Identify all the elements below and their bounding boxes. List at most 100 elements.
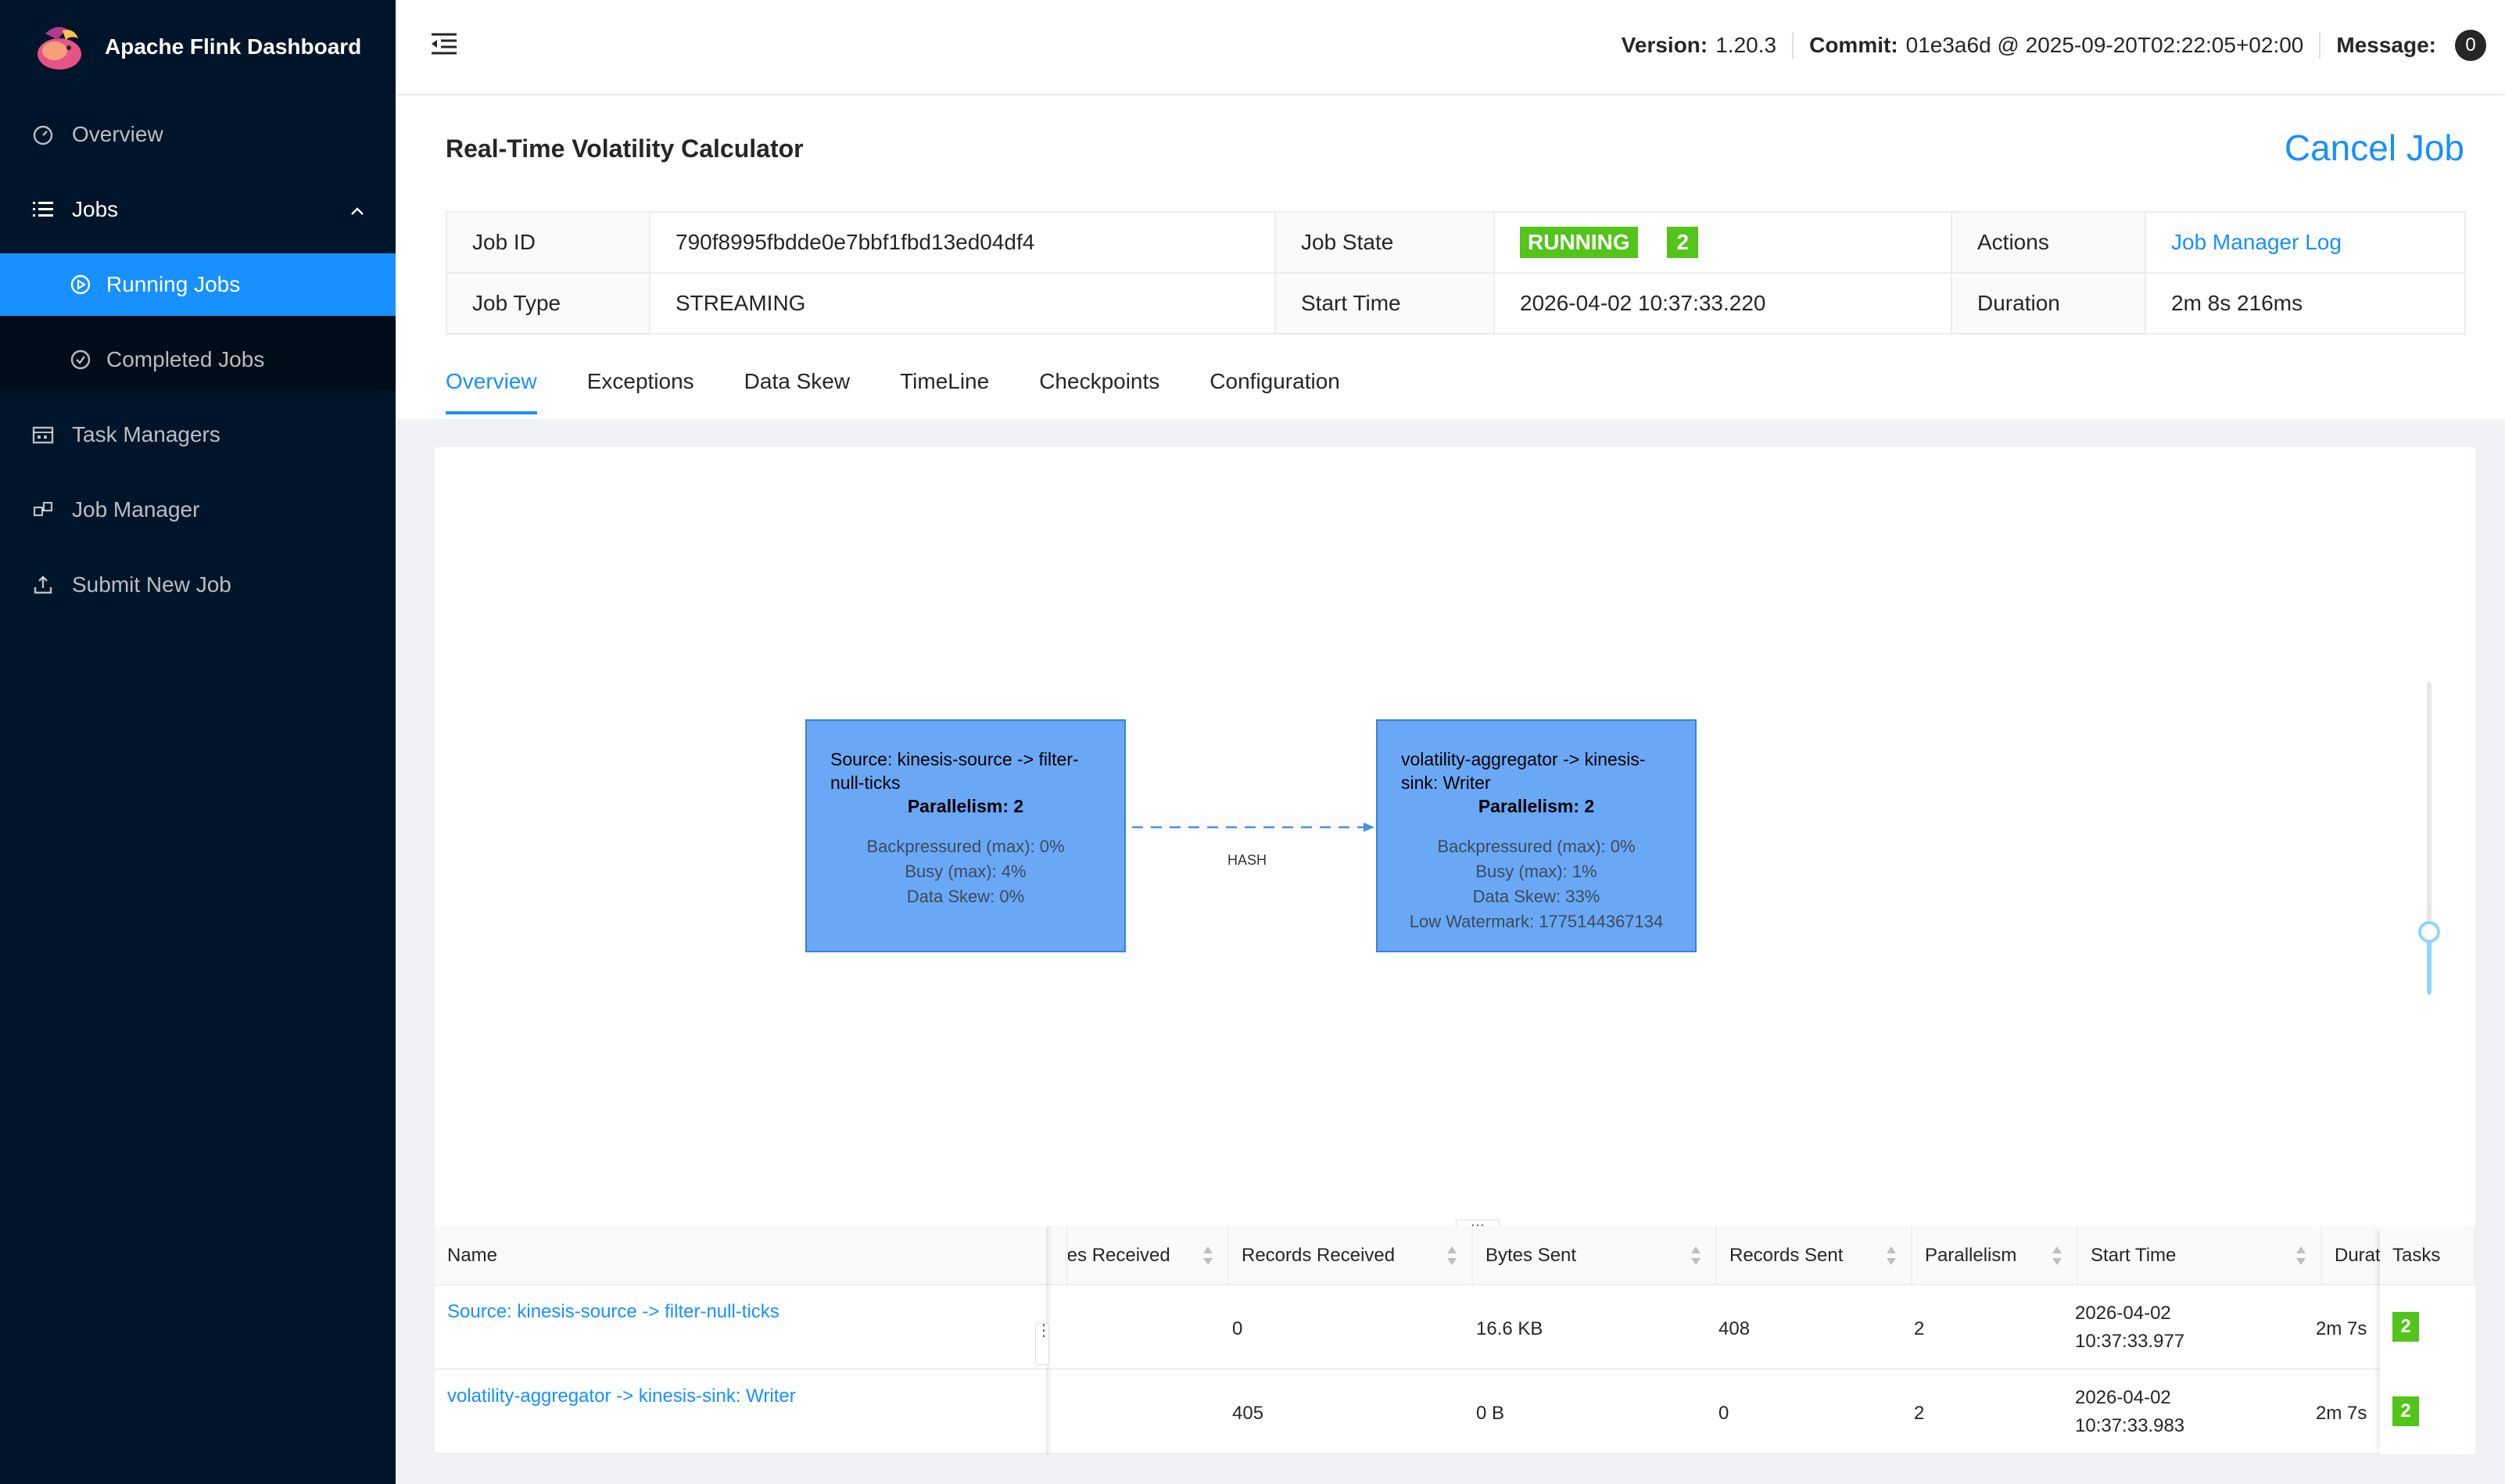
- version-value: 1.20.3: [1715, 33, 1777, 57]
- duration-value: 2m 8s 216ms: [2145, 272, 2466, 335]
- chevron-up-icon: [349, 200, 366, 225]
- col-header-tasks[interactable]: Tasks: [2380, 1226, 2475, 1285]
- sort-icon[interactable]: [1446, 1245, 1457, 1267]
- node-parallelism: Parallelism: 2: [1478, 796, 1595, 816]
- node-title: Source: kinesis-source -> filter-null-ti…: [830, 749, 1079, 793]
- col-header-records-received[interactable]: Records Received: [1229, 1226, 1473, 1285]
- zoom-slider[interactable]: [2418, 682, 2440, 995]
- column-resize-handle[interactable]: ⋮: [1035, 1323, 1052, 1365]
- graph-edge: [1132, 823, 1374, 832]
- vertex-name-link[interactable]: volatility-aggregator -> kinesis-sink: W…: [447, 1385, 796, 1407]
- nav-item-label: Running Jobs: [106, 272, 241, 296]
- header-info: Version: 1.20.3 Commit: 01e3a6d @ 2025-0…: [1622, 30, 2486, 61]
- col-header-label: Bytes Sent: [1485, 1245, 1577, 1266]
- message-label[interactable]: Message:: [2336, 33, 2436, 58]
- message-count-badge[interactable]: 0: [2455, 30, 2486, 61]
- records-sent-cell: 408: [1718, 1318, 1751, 1339]
- duration-label: Duration: [1951, 272, 2146, 335]
- brand-title: Apache Flink Dashboard: [105, 34, 362, 59]
- menu-fold-icon[interactable]: [430, 30, 461, 61]
- nav-item-task-managers[interactable]: Task Managers: [0, 403, 396, 466]
- tab-exceptions[interactable]: Exceptions: [587, 369, 694, 414]
- col-header-label: Parallelism: [1925, 1245, 2017, 1266]
- table-row[interactable]: volatility-aggregator -> kinesis-sink: W…: [435, 1370, 2475, 1454]
- graph-node-sink[interactable]: volatility-aggregator -> kinesis-sink: W…: [1376, 719, 1697, 952]
- edge-label: HASH: [1227, 852, 1267, 868]
- tab-configuration[interactable]: Configuration: [1209, 369, 1340, 414]
- nav-item-label: Completed Jobs: [106, 347, 265, 371]
- sort-icon[interactable]: [1690, 1245, 1701, 1267]
- nav-item-overview[interactable]: Overview: [0, 103, 396, 166]
- col-header-parallelism[interactable]: Parallelism: [1912, 1226, 2078, 1285]
- duration-cell: 2m 7s: [2316, 1403, 2367, 1424]
- upload-icon: [31, 573, 55, 597]
- job-info-table: Job ID 790f8995fbdde0e7bbf1fbd13ed04df4 …: [446, 211, 2466, 335]
- divider: [2319, 32, 2321, 59]
- check-circle-icon: [69, 348, 92, 371]
- nav-item-label: Task Managers: [72, 422, 220, 446]
- nav-item-completed-jobs[interactable]: Completed Jobs: [0, 328, 396, 391]
- node-parallelism: Parallelism: 2: [907, 796, 1024, 816]
- vertices-table: ··· Name Bytes Received Records Received…: [435, 1217, 2478, 1454]
- zoom-slider-handle[interactable]: [2418, 921, 2440, 943]
- tab-overview[interactable]: Overview: [446, 369, 537, 414]
- commit-label: Commit:: [1809, 33, 1898, 57]
- node-metric: Busy (max): 4%: [905, 862, 1027, 881]
- table-row[interactable]: Source: kinesis-source -> filter-null-ti…: [435, 1285, 2475, 1370]
- nav-item-jobs[interactable]: Jobs: [0, 178, 396, 241]
- table-header: Name Bytes Received Records Received Byt…: [435, 1226, 2478, 1285]
- parallelism-cell: 2: [1914, 1403, 1925, 1424]
- records-received-cell: 405: [1232, 1403, 1264, 1424]
- node-metric: Data Skew: 0%: [906, 887, 1025, 906]
- tab-data-skew[interactable]: Data Skew: [744, 369, 850, 414]
- col-header-name[interactable]: Name: [435, 1226, 1068, 1285]
- col-header-label: Bytes Received: [1068, 1245, 1170, 1266]
- bytes-sent-cell: 0 B: [1476, 1403, 1505, 1424]
- sort-icon[interactable]: [1202, 1245, 1213, 1267]
- job-detail-panel: Real-Time Volatility Calculator Cancel J…: [396, 95, 2505, 419]
- start-time-cell: 10:37:33.983: [2075, 1415, 2185, 1436]
- graph-node-source[interactable]: Source: kinesis-source -> filter-null-ti…: [805, 719, 1126, 952]
- col-header-bytes-received[interactable]: Bytes Received: [1068, 1226, 1229, 1285]
- job-manager-log-link[interactable]: Job Manager Log: [2171, 230, 2342, 254]
- cluster-icon: [31, 498, 55, 522]
- nav-item-running-jobs[interactable]: Running Jobs: [0, 253, 396, 316]
- version-label: Version:: [1621, 33, 1708, 57]
- nav-menu: Overview Jobs: [0, 103, 396, 241]
- job-tabs: Overview Exceptions Data Skew TimeLine C…: [446, 369, 1390, 414]
- brand[interactable]: Apache Flink Dashboard: [0, 0, 396, 94]
- cancel-job-button[interactable]: Cancel Job: [2285, 127, 2464, 169]
- col-header-label: Start Time: [2091, 1245, 2177, 1266]
- sort-icon[interactable]: [2295, 1245, 2306, 1267]
- sort-icon[interactable]: [1886, 1245, 1897, 1267]
- job-type-label: Job Type: [446, 272, 650, 335]
- node-metric: Low Watermark: 1775144367134: [1409, 912, 1664, 931]
- nav-item-submit-new-job[interactable]: Submit New Job: [0, 554, 396, 616]
- col-header-records-sent[interactable]: Records Sent: [1717, 1226, 1912, 1285]
- start-time-cell: 10:37:33.977: [2075, 1331, 2185, 1352]
- nav-item-label: Submit New Job: [72, 572, 231, 597]
- tasks-badge[interactable]: 2: [2392, 1396, 2419, 1426]
- job-graph[interactable]: Source: kinesis-source -> filter-null-ti…: [435, 447, 2475, 1229]
- dashboard-icon: [31, 123, 55, 146]
- duration-cell: 2m 7s: [2316, 1318, 2367, 1339]
- job-title: Real-Time Volatility Calculator: [446, 134, 804, 163]
- tab-timeline[interactable]: TimeLine: [900, 369, 989, 414]
- start-date-cell: 2026-04-02: [2075, 1303, 2171, 1324]
- jobs-submenu: Running Jobs Completed Jobs: [0, 253, 396, 391]
- actions-cell: Job Manager Log: [2145, 211, 2466, 274]
- job-id-label: Job ID: [446, 211, 650, 274]
- start-time-label: Start Time: [1274, 272, 1495, 335]
- sort-icon[interactable]: [2052, 1245, 2062, 1267]
- job-type-value: STREAMING: [649, 272, 1276, 335]
- node-metric: Busy (max): 1%: [1475, 862, 1597, 881]
- nav-item-label: Jobs: [72, 197, 119, 221]
- col-header-bytes-sent[interactable]: Bytes Sent: [1473, 1226, 1717, 1285]
- start-date-cell: 2026-04-02: [2075, 1387, 2171, 1408]
- tasks-badge[interactable]: 2: [2392, 1312, 2419, 1342]
- job-task-count-badge: 2: [1667, 227, 1699, 258]
- vertex-name-link[interactable]: Source: kinesis-source -> filter-null-ti…: [447, 1301, 779, 1323]
- nav-item-job-manager[interactable]: Job Manager: [0, 479, 396, 541]
- col-header-start-time[interactable]: Start Time: [2078, 1226, 2322, 1285]
- tab-checkpoints[interactable]: Checkpoints: [1039, 369, 1159, 414]
